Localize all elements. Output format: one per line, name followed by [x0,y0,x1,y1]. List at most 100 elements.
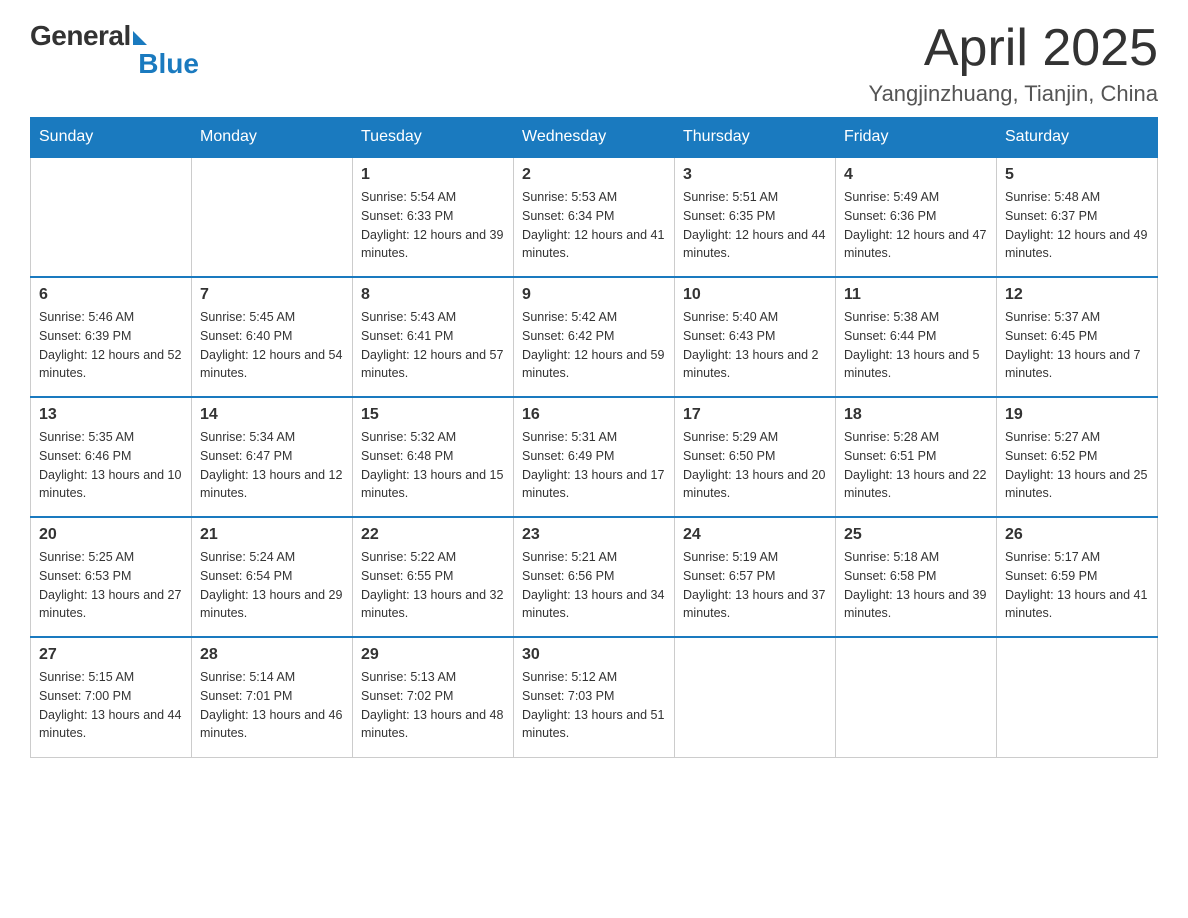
cell-sun-info: Sunrise: 5:54 AMSunset: 6:33 PMDaylight:… [361,188,505,263]
cell-day-number: 4 [844,166,988,184]
calendar-cell: 5Sunrise: 5:48 AMSunset: 6:37 PMDaylight… [997,157,1158,277]
cell-day-number: 23 [522,526,666,544]
calendar-table: SundayMondayTuesdayWednesdayThursdayFrid… [30,117,1158,758]
calendar-cell: 10 Sunrise: 5:40 AMSunset: 6:43 PMDayligh… [675,277,836,397]
logo: General General Blue [30,20,199,80]
calendar-cell: 23 Sunrise: 5:21 AMSunset: 6:56 PMDayligh… [514,517,675,637]
calendar-cell: 28 Sunrise: 5:14 AMSunset: 7:01 PMDayligh… [192,637,353,757]
cell-sun-info: Sunrise: 5:53 AMSunset: 6:34 PMDaylight:… [522,188,666,263]
cell-day-number: 24 [683,526,827,544]
cell-sun-info: Sunrise: 5:22 AMSunset: 6:55 PMDaylight:… [361,548,505,623]
calendar-cell: 1 Sunrise: 5:54 AMSunset: 6:33 PMDaylight… [353,157,514,277]
cell-day-number: 1 [361,166,505,184]
cell-day-number: 2 [522,166,666,184]
cell-day-number: 21 [200,526,344,544]
cell-day-number: 7 [200,286,344,304]
week-row-5: 27 Sunrise: 5:15 AMSunset: 7:00 PMDayligh… [31,637,1158,757]
cell-sun-info: Sunrise: 5:18 AMSunset: 6:58 PMDaylight:… [844,548,988,623]
calendar-cell: 24 Sunrise: 5:19 AMSunset: 6:57 PMDayligh… [675,517,836,637]
calendar-cell [192,157,353,277]
calendar-cell: 16 Sunrise: 5:31 AMSunset: 6:49 PMDayligh… [514,397,675,517]
cell-sun-info: Sunrise: 5:12 AMSunset: 7:03 PMDaylight:… [522,668,666,743]
calendar-cell: 21Sunrise: 5:24 AMSunset: 6:54 PMDayligh… [192,517,353,637]
cell-day-number: 6 [39,286,183,304]
cell-day-number: 19 [1005,406,1149,424]
calendar-cell: 3Sunrise: 5:51 AMSunset: 6:35 PMDaylight… [675,157,836,277]
cell-day-number: 11 [844,286,988,304]
cell-sun-info: Sunrise: 5:19 AMSunset: 6:57 PMDaylight:… [683,548,827,623]
cell-sun-info: Sunrise: 5:28 AMSunset: 6:51 PMDaylight:… [844,428,988,503]
calendar-cell: 22 Sunrise: 5:22 AMSunset: 6:55 PMDayligh… [353,517,514,637]
calendar-header-thursday: Thursday [675,118,836,158]
calendar-cell: 20 Sunrise: 5:25 AMSunset: 6:53 PMDayligh… [31,517,192,637]
week-row-4: 20 Sunrise: 5:25 AMSunset: 6:53 PMDayligh… [31,517,1158,637]
cell-sun-info: Sunrise: 5:27 AMSunset: 6:52 PMDaylight:… [1005,428,1149,503]
calendar-cell: 18 Sunrise: 5:28 AMSunset: 6:51 PMDayligh… [836,397,997,517]
cell-sun-info: Sunrise: 5:25 AMSunset: 6:53 PMDaylight:… [39,548,183,623]
cell-sun-info: Sunrise: 5:46 AMSunset: 6:39 PMDaylight:… [39,308,183,383]
calendar-cell [836,637,997,757]
week-row-1: 1 Sunrise: 5:54 AMSunset: 6:33 PMDaylight… [31,157,1158,277]
calendar-cell: 30 Sunrise: 5:12 AMSunset: 7:03 PMDayligh… [514,637,675,757]
calendar-cell: 4 Sunrise: 5:49 AMSunset: 6:36 PMDaylight… [836,157,997,277]
cell-sun-info: Sunrise: 5:21 AMSunset: 6:56 PMDaylight:… [522,548,666,623]
calendar-cell: 7Sunrise: 5:45 AMSunset: 6:40 PMDaylight… [192,277,353,397]
cell-day-number: 18 [844,406,988,424]
calendar-header-friday: Friday [836,118,997,158]
cell-sun-info: Sunrise: 5:31 AMSunset: 6:49 PMDaylight:… [522,428,666,503]
calendar-header-monday: Monday [192,118,353,158]
cell-day-number: 20 [39,526,183,544]
calendar-cell: 25 Sunrise: 5:18 AMSunset: 6:58 PMDayligh… [836,517,997,637]
cell-sun-info: Sunrise: 5:37 AMSunset: 6:45 PMDaylight:… [1005,308,1149,383]
title-area: April 2025 Yangjinzhuang, Tianjin, China [869,20,1158,107]
cell-sun-info: Sunrise: 5:49 AMSunset: 6:36 PMDaylight:… [844,188,988,263]
cell-day-number: 27 [39,646,183,664]
calendar-cell [675,637,836,757]
cell-day-number: 30 [522,646,666,664]
cell-day-number: 10 [683,286,827,304]
cell-day-number: 15 [361,406,505,424]
cell-sun-info: Sunrise: 5:14 AMSunset: 7:01 PMDaylight:… [200,668,344,743]
logo-triangle-icon [133,31,147,45]
cell-day-number: 9 [522,286,666,304]
calendar-cell: 12Sunrise: 5:37 AMSunset: 6:45 PMDayligh… [997,277,1158,397]
calendar-cell: 27 Sunrise: 5:15 AMSunset: 7:00 PMDayligh… [31,637,192,757]
cell-sun-info: Sunrise: 5:29 AMSunset: 6:50 PMDaylight:… [683,428,827,503]
calendar-cell: 9 Sunrise: 5:42 AMSunset: 6:42 PMDaylight… [514,277,675,397]
calendar-cell: 11Sunrise: 5:38 AMSunset: 6:44 PMDayligh… [836,277,997,397]
calendar-cell: 17 Sunrise: 5:29 AMSunset: 6:50 PMDayligh… [675,397,836,517]
calendar-cell: 14Sunrise: 5:34 AMSunset: 6:47 PMDayligh… [192,397,353,517]
calendar-cell: 29Sunrise: 5:13 AMSunset: 7:02 PMDayligh… [353,637,514,757]
calendar-header-sunday: Sunday [31,118,192,158]
week-row-3: 13 Sunrise: 5:35 AMSunset: 6:46 PMDayligh… [31,397,1158,517]
cell-sun-info: Sunrise: 5:35 AMSunset: 6:46 PMDaylight:… [39,428,183,503]
cell-sun-info: Sunrise: 5:17 AMSunset: 6:59 PMDaylight:… [1005,548,1149,623]
cell-day-number: 16 [522,406,666,424]
cell-day-number: 22 [361,526,505,544]
week-row-2: 6 Sunrise: 5:46 AMSunset: 6:39 PMDaylight… [31,277,1158,397]
calendar-header-tuesday: Tuesday [353,118,514,158]
cell-sun-info: Sunrise: 5:51 AMSunset: 6:35 PMDaylight:… [683,188,827,263]
cell-day-number: 5 [1005,166,1149,184]
cell-day-number: 28 [200,646,344,664]
page-header: General General Blue April 2025 Yangjinz… [30,20,1158,107]
calendar-header-wednesday: Wednesday [514,118,675,158]
cell-sun-info: Sunrise: 5:42 AMSunset: 6:42 PMDaylight:… [522,308,666,383]
cell-day-number: 17 [683,406,827,424]
calendar-cell: 2 Sunrise: 5:53 AMSunset: 6:34 PMDaylight… [514,157,675,277]
location-title: Yangjinzhuang, Tianjin, China [869,81,1158,107]
cell-sun-info: Sunrise: 5:40 AMSunset: 6:43 PMDaylight:… [683,308,827,383]
calendar-cell: 15 Sunrise: 5:32 AMSunset: 6:48 PMDayligh… [353,397,514,517]
cell-day-number: 25 [844,526,988,544]
cell-day-number: 26 [1005,526,1149,544]
month-title: April 2025 [869,20,1158,77]
calendar-cell: 26 Sunrise: 5:17 AMSunset: 6:59 PMDayligh… [997,517,1158,637]
cell-sun-info: Sunrise: 5:43 AMSunset: 6:41 PMDaylight:… [361,308,505,383]
cell-sun-info: Sunrise: 5:32 AMSunset: 6:48 PMDaylight:… [361,428,505,503]
calendar-cell: 19 Sunrise: 5:27 AMSunset: 6:52 PMDayligh… [997,397,1158,517]
cell-day-number: 14 [200,406,344,424]
cell-day-number: 13 [39,406,183,424]
logo-blue-text: Blue [138,48,199,80]
cell-sun-info: Sunrise: 5:15 AMSunset: 7:00 PMDaylight:… [39,668,183,743]
cell-sun-info: Sunrise: 5:13 AMSunset: 7:02 PMDaylight:… [361,668,505,743]
